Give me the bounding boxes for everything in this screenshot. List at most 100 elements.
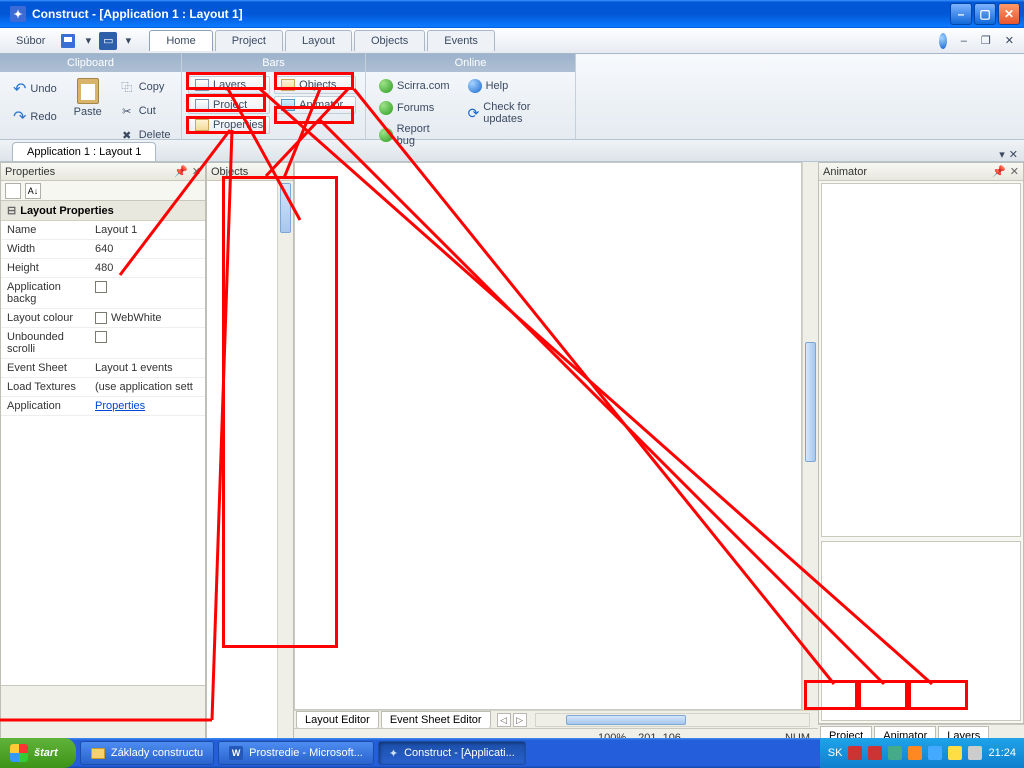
objects-list[interactable]	[207, 181, 293, 745]
property-grid[interactable]: ⊟Layout Properties NameLayout 1 Width640…	[1, 201, 205, 685]
tab-events[interactable]: Events	[427, 30, 495, 51]
properties-title: Properties	[5, 166, 55, 178]
tray-icon[interactable]	[948, 746, 962, 760]
titlebar: ✦ Construct - [Application 1 : Layout 1]…	[0, 0, 1024, 28]
forums-button[interactable]: Forums	[372, 98, 457, 118]
copy-icon: ⿻	[119, 79, 135, 95]
doctab-close-icon[interactable]: ✕	[1009, 148, 1018, 161]
tab-layout[interactable]: Layout	[285, 30, 352, 51]
categorized-icon[interactable]	[5, 183, 21, 199]
tray-icon[interactable]	[928, 746, 942, 760]
panel-close-icon[interactable]: ✕	[1010, 165, 1019, 178]
copy-button[interactable]: ⿻Copy	[112, 76, 178, 98]
qat-dropdown2[interactable]: ▾	[119, 32, 137, 50]
app-properties-link[interactable]: Properties	[91, 397, 205, 415]
animator-body[interactable]	[821, 183, 1021, 537]
nav-prev[interactable]: ▷	[513, 713, 527, 727]
undo-icon: ↶	[13, 79, 26, 99]
nav-first[interactable]: ◁	[497, 713, 511, 727]
taskbar-item[interactable]: WProstredie - Microsoft...	[218, 741, 374, 765]
right-column: Animator📌✕ Project Animator Layers	[818, 162, 1024, 746]
bars-project-button[interactable]: Project	[188, 96, 270, 114]
check-updates-button[interactable]: ⟳Check for updates	[461, 98, 569, 128]
bars-animator-button[interactable]: Animator	[274, 96, 356, 114]
bars-properties-button[interactable]: Properties	[188, 116, 270, 134]
bars-objects-button[interactable]: Objects	[274, 76, 356, 94]
doctab-menu-icon[interactable]: ▾	[999, 148, 1005, 161]
document-tab[interactable]: Application 1 : Layout 1	[12, 142, 156, 161]
properties-icon	[195, 119, 209, 131]
pin-icon[interactable]: 📌	[992, 165, 1006, 178]
tab-project[interactable]: Project	[215, 30, 283, 51]
delete-icon: ✖	[119, 127, 135, 143]
cut-button[interactable]: ✂Cut	[112, 100, 178, 122]
horizontal-scrollbar[interactable]	[535, 713, 810, 727]
ribbon: Clipboard ↶Undo ↷Redo Paste ⿻Copy ✂Cut ✖…	[0, 54, 1024, 140]
help-icon	[468, 79, 482, 93]
mdi-minimize[interactable]: –	[957, 33, 971, 49]
layout-editor: Layout Editor Event Sheet Editor ◁ ▷ 100…	[294, 162, 818, 746]
menubar: Súbor ▾ ▭ ▾ Home Project Layout Objects …	[0, 28, 1024, 54]
redo-icon: ↷	[13, 107, 26, 127]
alphabetical-icon[interactable]: A↓	[25, 183, 41, 199]
group-clipboard: Clipboard	[0, 54, 181, 72]
menu-file[interactable]: Súbor	[6, 32, 55, 50]
bars-layers-button[interactable]: Layers	[188, 76, 270, 94]
close-button[interactable]: ✕	[998, 3, 1020, 25]
properties-panel: Properties 📌 ✕ A↓ ⊟Layout Properties NameL…	[0, 162, 206, 746]
app-icon: ✦	[389, 747, 398, 760]
checkbox[interactable]	[95, 281, 107, 293]
checkbox[interactable]	[95, 331, 107, 343]
paste-button[interactable]: Paste	[68, 76, 108, 120]
scirra-button[interactable]: Scirra.com	[372, 76, 457, 96]
word-icon: W	[229, 746, 243, 760]
lang-indicator[interactable]: SK	[828, 747, 843, 759]
clock[interactable]: 21:24	[988, 747, 1016, 759]
taskbar: štart Základy constructu WProstredie - M…	[0, 738, 1024, 768]
mdi-restore[interactable]: ❐	[977, 32, 995, 49]
maximize-button[interactable]: ▢	[974, 3, 996, 25]
tab-home[interactable]: Home	[149, 30, 212, 51]
animator-title: Animator	[823, 166, 867, 178]
animator-icon	[281, 99, 295, 111]
system-tray[interactable]: SK 21:24	[820, 738, 1024, 768]
animator-frames[interactable]	[821, 541, 1021, 721]
group-bars: Bars	[182, 54, 365, 72]
redo-button[interactable]: ↷Redo	[6, 104, 64, 130]
propgrid-toolbar: A↓	[1, 181, 205, 201]
layers-icon	[195, 79, 209, 91]
mdi-close[interactable]: ✕	[1001, 32, 1018, 49]
vertical-scrollbar[interactable]	[802, 162, 818, 710]
canvas[interactable]	[294, 162, 802, 710]
window-title: Construct - [Application 1 : Layout 1]	[32, 7, 950, 21]
scrollbar[interactable]	[277, 181, 293, 745]
event-sheet-tab[interactable]: Event Sheet Editor	[381, 711, 491, 729]
refresh-icon: ⟳	[468, 105, 480, 122]
layout-editor-tab[interactable]: Layout Editor	[296, 711, 379, 729]
report-button[interactable]: Report bug	[372, 120, 457, 150]
tray-icon[interactable]	[968, 746, 982, 760]
qat-dropdown[interactable]: ▾	[79, 32, 97, 50]
pin-icon[interactable]: 📌	[174, 165, 188, 178]
monitor-icon[interactable]: ▭	[99, 32, 117, 50]
undo-button[interactable]: ↶Undo	[6, 76, 64, 102]
folder-icon	[91, 748, 105, 759]
main-area: Properties 📌 ✕ A↓ ⊟Layout Properties NameL…	[0, 162, 1024, 746]
objects-title: Objects	[211, 166, 248, 178]
start-button[interactable]: štart	[0, 738, 76, 768]
tab-objects[interactable]: Objects	[354, 30, 425, 51]
panel-close-icon[interactable]: ✕	[192, 165, 201, 178]
save-icon[interactable]	[59, 32, 77, 50]
minimize-button[interactable]: –	[950, 3, 972, 25]
group-online: Online	[366, 54, 575, 72]
tray-icon[interactable]	[908, 746, 922, 760]
taskbar-item[interactable]: Základy constructu	[80, 741, 214, 765]
help-icon[interactable]	[935, 33, 951, 49]
objects-panel: Objects	[206, 162, 294, 746]
help-button[interactable]: Help	[461, 76, 569, 96]
taskbar-item[interactable]: ✦Construct - [Applicati...	[378, 741, 526, 765]
app-icon: ✦	[10, 6, 26, 22]
tray-icon[interactable]	[868, 746, 882, 760]
tray-icon[interactable]	[848, 746, 862, 760]
tray-icon[interactable]	[888, 746, 902, 760]
